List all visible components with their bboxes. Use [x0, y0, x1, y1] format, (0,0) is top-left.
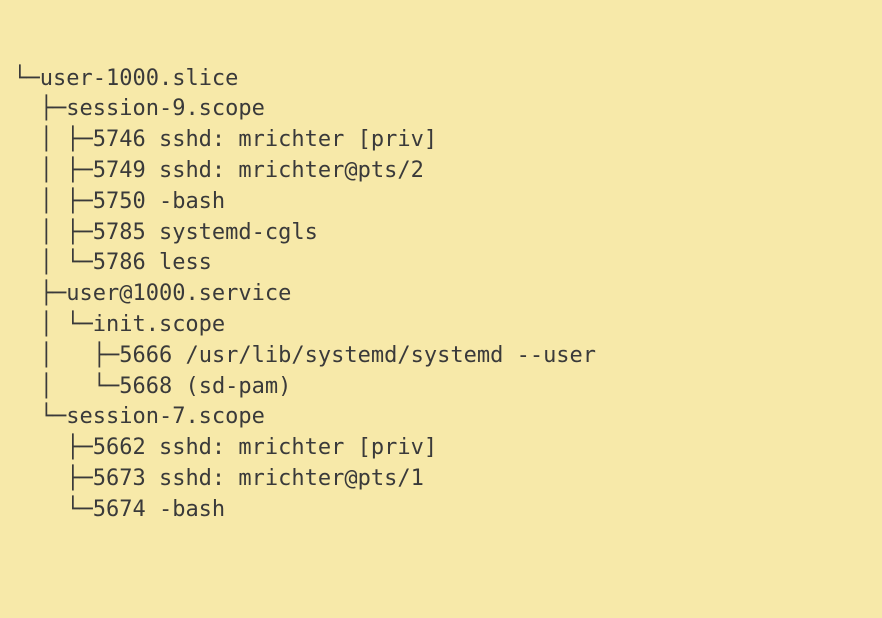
- tree-branch: │ ├─: [0, 220, 93, 245]
- process-pid: 5666: [119, 343, 172, 368]
- tree-branch: │ ├─: [0, 343, 119, 368]
- tree-branch: │ └─: [0, 312, 93, 337]
- cgroup-tree: └─user-1000.slice ├─session-9.scope │ ├─…: [0, 64, 882, 526]
- process-cmd: sshd: mrichter@pts/2: [146, 158, 424, 183]
- process-cmd: -bash: [146, 497, 225, 522]
- cgroup-name: user-1000.slice: [40, 66, 239, 91]
- process-cmd: sshd: mrichter@pts/1: [146, 466, 424, 491]
- process-cmd: systemd-cgls: [146, 220, 318, 245]
- process-cmd: sshd: mrichter [priv]: [146, 127, 437, 152]
- process-pid: 5750: [93, 189, 146, 214]
- tree-branch: └─: [0, 404, 66, 429]
- tree-branch: ├─: [0, 466, 93, 491]
- process-pid: 5674: [93, 497, 146, 522]
- tree-branch: └─: [0, 66, 40, 91]
- cgroup-name: session-7.scope: [66, 404, 265, 429]
- process-pid: 5749: [93, 158, 146, 183]
- process-cmd: (sd-pam): [172, 374, 291, 399]
- process-pid: 5673: [93, 466, 146, 491]
- tree-branch: └─: [0, 497, 93, 522]
- tree-branch: │ ├─: [0, 127, 93, 152]
- tree-branch: │ └─: [0, 374, 119, 399]
- process-pid: 5662: [93, 435, 146, 460]
- process-cmd: /usr/lib/systemd/systemd --user: [172, 343, 596, 368]
- cgroup-name: session-9.scope: [66, 96, 265, 121]
- tree-branch: ├─: [0, 96, 66, 121]
- tree-branch: ├─: [0, 435, 93, 460]
- process-pid: 5786: [93, 250, 146, 275]
- tree-branch: ├─: [0, 281, 66, 306]
- cgroup-name: user@1000.service: [66, 281, 291, 306]
- tree-branch: │ ├─: [0, 189, 93, 214]
- process-pid: 5785: [93, 220, 146, 245]
- cgroup-name: init.scope: [93, 312, 225, 337]
- process-pid: 5746: [93, 127, 146, 152]
- tree-branch: │ ├─: [0, 158, 93, 183]
- process-cmd: sshd: mrichter [priv]: [146, 435, 437, 460]
- process-cmd: less: [146, 250, 212, 275]
- tree-branch: │ └─: [0, 250, 93, 275]
- process-pid: 5668: [119, 374, 172, 399]
- process-cmd: -bash: [146, 189, 225, 214]
